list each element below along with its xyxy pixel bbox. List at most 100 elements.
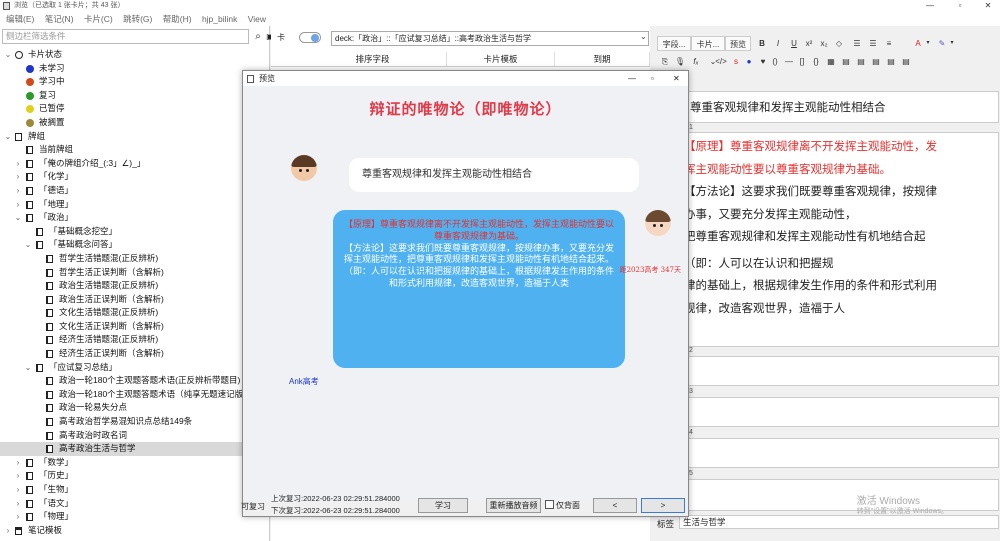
- chevron-down-icon[interactable]: ⌄: [14, 211, 22, 225]
- chevron-right-icon[interactable]: ›: [14, 497, 22, 511]
- sidebar-item-deck[interactable]: › 「化学」: [0, 170, 270, 184]
- sidebar-item-new[interactable]: 未学习: [0, 62, 270, 76]
- sidebar-item-review[interactable]: 复习: [0, 89, 270, 103]
- braces-icon[interactable]: {}: [810, 55, 822, 68]
- highlight-icon[interactable]: ✎: [936, 37, 948, 50]
- sidebar-item-decks[interactable]: ⌄ 牌组: [0, 130, 270, 144]
- menu-help[interactable]: 帮助(H): [163, 14, 192, 24]
- sidebar-search-input[interactable]: 侧边栏筛选条件: [2, 29, 249, 44]
- menu-view[interactable]: View: [248, 14, 266, 24]
- tags-input[interactable]: 生活与哲学: [679, 515, 999, 529]
- chevron-right-icon[interactable]: ›: [14, 483, 22, 497]
- close-icon[interactable]: ✕: [673, 71, 680, 86]
- sidebar-item-subdeck[interactable]: 哲学生活错题混(正反辨析): [0, 252, 270, 266]
- chevron-right-icon[interactable]: ›: [14, 184, 22, 198]
- sidebar-item-subdeck[interactable]: 文化生活正误判断（含解析): [0, 320, 270, 334]
- chevron-right-icon[interactable]: ›: [14, 157, 22, 171]
- ank-link[interactable]: Ank高考: [289, 376, 319, 387]
- menu-go[interactable]: 跳转(G): [123, 14, 152, 24]
- microphone-icon[interactable]: 🎙: [674, 55, 686, 68]
- color-swatch-red-icon[interactable]: s: [731, 55, 741, 68]
- align-icon[interactable]: ≡: [882, 37, 896, 50]
- chevron-right-icon[interactable]: ›: [4, 524, 12, 538]
- sidebar-item-subdeck[interactable]: 高考政治时政名词: [0, 429, 270, 443]
- chevron-right-icon[interactable]: ›: [14, 170, 22, 184]
- paren-icon[interactable]: (): [770, 55, 780, 68]
- sidebar-item-deck[interactable]: › 「数学」: [0, 456, 270, 470]
- column-sort-field[interactable]: 排序字段: [299, 52, 447, 66]
- code-icon[interactable]: </>: [715, 55, 727, 68]
- field-5[interactable]: [681, 479, 999, 511]
- field-3[interactable]: [681, 397, 999, 427]
- sidebar-item-subdeck[interactable]: 政治一轮180个主观题答题术语(正反辨析带题目): [0, 374, 270, 388]
- sidebar-item-subdeck[interactable]: 哲学生活正误判断（含解析): [0, 266, 270, 280]
- sidebar-item-basic-control[interactable]: 「基础概念挖空」: [0, 225, 270, 239]
- chevron-down-icon[interactable]: ⌄: [24, 238, 32, 252]
- next-button[interactable]: >: [641, 498, 685, 513]
- line-icon[interactable]: —: [782, 55, 796, 68]
- unordered-list-icon[interactable]: ☰: [850, 37, 864, 50]
- replay-audio-button[interactable]: 重新播放音频: [486, 498, 541, 513]
- back-only-checkbox[interactable]: [545, 500, 554, 509]
- align-center-icon[interactable]: ▤: [855, 55, 867, 68]
- sidebar-item-learning[interactable]: 学习中: [0, 75, 270, 89]
- bold-icon[interactable]: B: [756, 37, 768, 50]
- sidebar-item-deck[interactable]: › 「德语」: [0, 184, 270, 198]
- color-swatch-blue-icon[interactable]: ●: [744, 55, 754, 68]
- chevron-right-icon[interactable]: ›: [14, 469, 22, 483]
- sidebar-item-subdeck-selected[interactable]: 高考政治生活与哲学: [0, 442, 270, 456]
- close-icon[interactable]: ✕: [978, 0, 998, 12]
- sidebar-item-subdeck[interactable]: 经济生活正误判断（含解析): [0, 347, 270, 361]
- search-query-input[interactable]: deck:「政治」::「应试复习总结」::高考政治生活与哲学: [331, 31, 649, 46]
- menu-notes[interactable]: 笔记(N): [45, 14, 74, 24]
- chevron-down-icon[interactable]: ▾: [948, 37, 956, 50]
- sidebar-item-card-state[interactable]: ⌄ 卡片状态: [0, 48, 270, 62]
- field-2[interactable]: [681, 356, 999, 386]
- sidebar-item-subdeck[interactable]: 经济生活错题混(正反辨析): [0, 333, 270, 347]
- align-right-icon[interactable]: ▤: [870, 55, 882, 68]
- sidebar-item-deck[interactable]: › 「地理」: [0, 198, 270, 212]
- sidebar-item-subdeck[interactable]: 政治生活正误判断（含解析): [0, 293, 270, 307]
- chevron-down-icon[interactable]: ⌄: [4, 130, 12, 144]
- menu-cards[interactable]: 卡片(C): [84, 14, 113, 24]
- sidebar-item-subdeck[interactable]: 高考政治哲学易混知识点总结149条: [0, 415, 270, 429]
- fields-button[interactable]: 字段...: [657, 36, 691, 51]
- minimize-icon[interactable]: —: [920, 0, 940, 12]
- learn-button[interactable]: 学习: [418, 498, 468, 513]
- field-4[interactable]: [681, 438, 999, 468]
- sidebar-item-politics[interactable]: ⌄ 「基础概念挖空」 「政治」: [0, 211, 270, 225]
- cards-button[interactable]: 卡片...: [691, 36, 725, 51]
- sidebar-item-deck[interactable]: › 「生物」: [0, 483, 270, 497]
- sidebar-item-deck[interactable]: › 「历史」: [0, 469, 270, 483]
- sidebar-item-basic-qa[interactable]: ⌄ 「基础概念问答」: [0, 238, 270, 252]
- chevron-right-icon[interactable]: ›: [14, 456, 22, 470]
- formula-icon[interactable]: fₓ: [689, 55, 703, 68]
- sidebar-item-buried[interactable]: 被搁置: [0, 116, 270, 130]
- heart-icon[interactable]: ♥: [758, 55, 768, 68]
- sidebar-item-subdeck[interactable]: 文化生活错题混(正反辨析): [0, 306, 270, 320]
- maximize-icon[interactable]: ▫: [651, 71, 654, 86]
- sidebar-item-current-deck[interactable]: 当前牌组: [0, 143, 270, 157]
- column-due[interactable]: 到期: [555, 52, 650, 66]
- sidebar-item-note-types[interactable]: › 笔记模板: [0, 524, 270, 538]
- sidebar-item-subdeck[interactable]: 政治生活错题混(正反辨析): [0, 279, 270, 293]
- sidebar-item-subdeck[interactable]: 政治一轮180个主观题答题术语（纯享无题速记版): [0, 388, 270, 402]
- chevron-down-icon[interactable]: ⌄: [4, 48, 12, 62]
- chevron-down-icon[interactable]: ▾: [924, 37, 932, 50]
- sidebar-item-suspended[interactable]: 已暂停: [0, 102, 270, 116]
- chevron-down-icon[interactable]: ⌄: [24, 361, 32, 375]
- underline-icon[interactable]: U: [788, 37, 800, 50]
- menu-edit[interactable]: 编辑(E): [6, 14, 34, 24]
- prev-button[interactable]: <: [593, 498, 637, 513]
- align-justify-icon[interactable]: ▤: [885, 55, 897, 68]
- eraser-icon[interactable]: ◇: [833, 37, 845, 50]
- italic-icon[interactable]: I: [772, 37, 784, 50]
- text-color-icon[interactable]: A: [912, 37, 924, 50]
- indent-icon[interactable]: ▤: [900, 55, 912, 68]
- maximize-icon[interactable]: ▫: [950, 0, 970, 12]
- menu-bilink[interactable]: hjp_bilink: [202, 14, 237, 24]
- minimize-icon[interactable]: —: [628, 71, 636, 86]
- chevron-down-icon[interactable]: ⌄: [640, 32, 647, 41]
- front-field[interactable]: 尊重客观规律和发挥主观能动性相结合: [681, 91, 999, 123]
- align-left-icon[interactable]: ▤: [840, 55, 852, 68]
